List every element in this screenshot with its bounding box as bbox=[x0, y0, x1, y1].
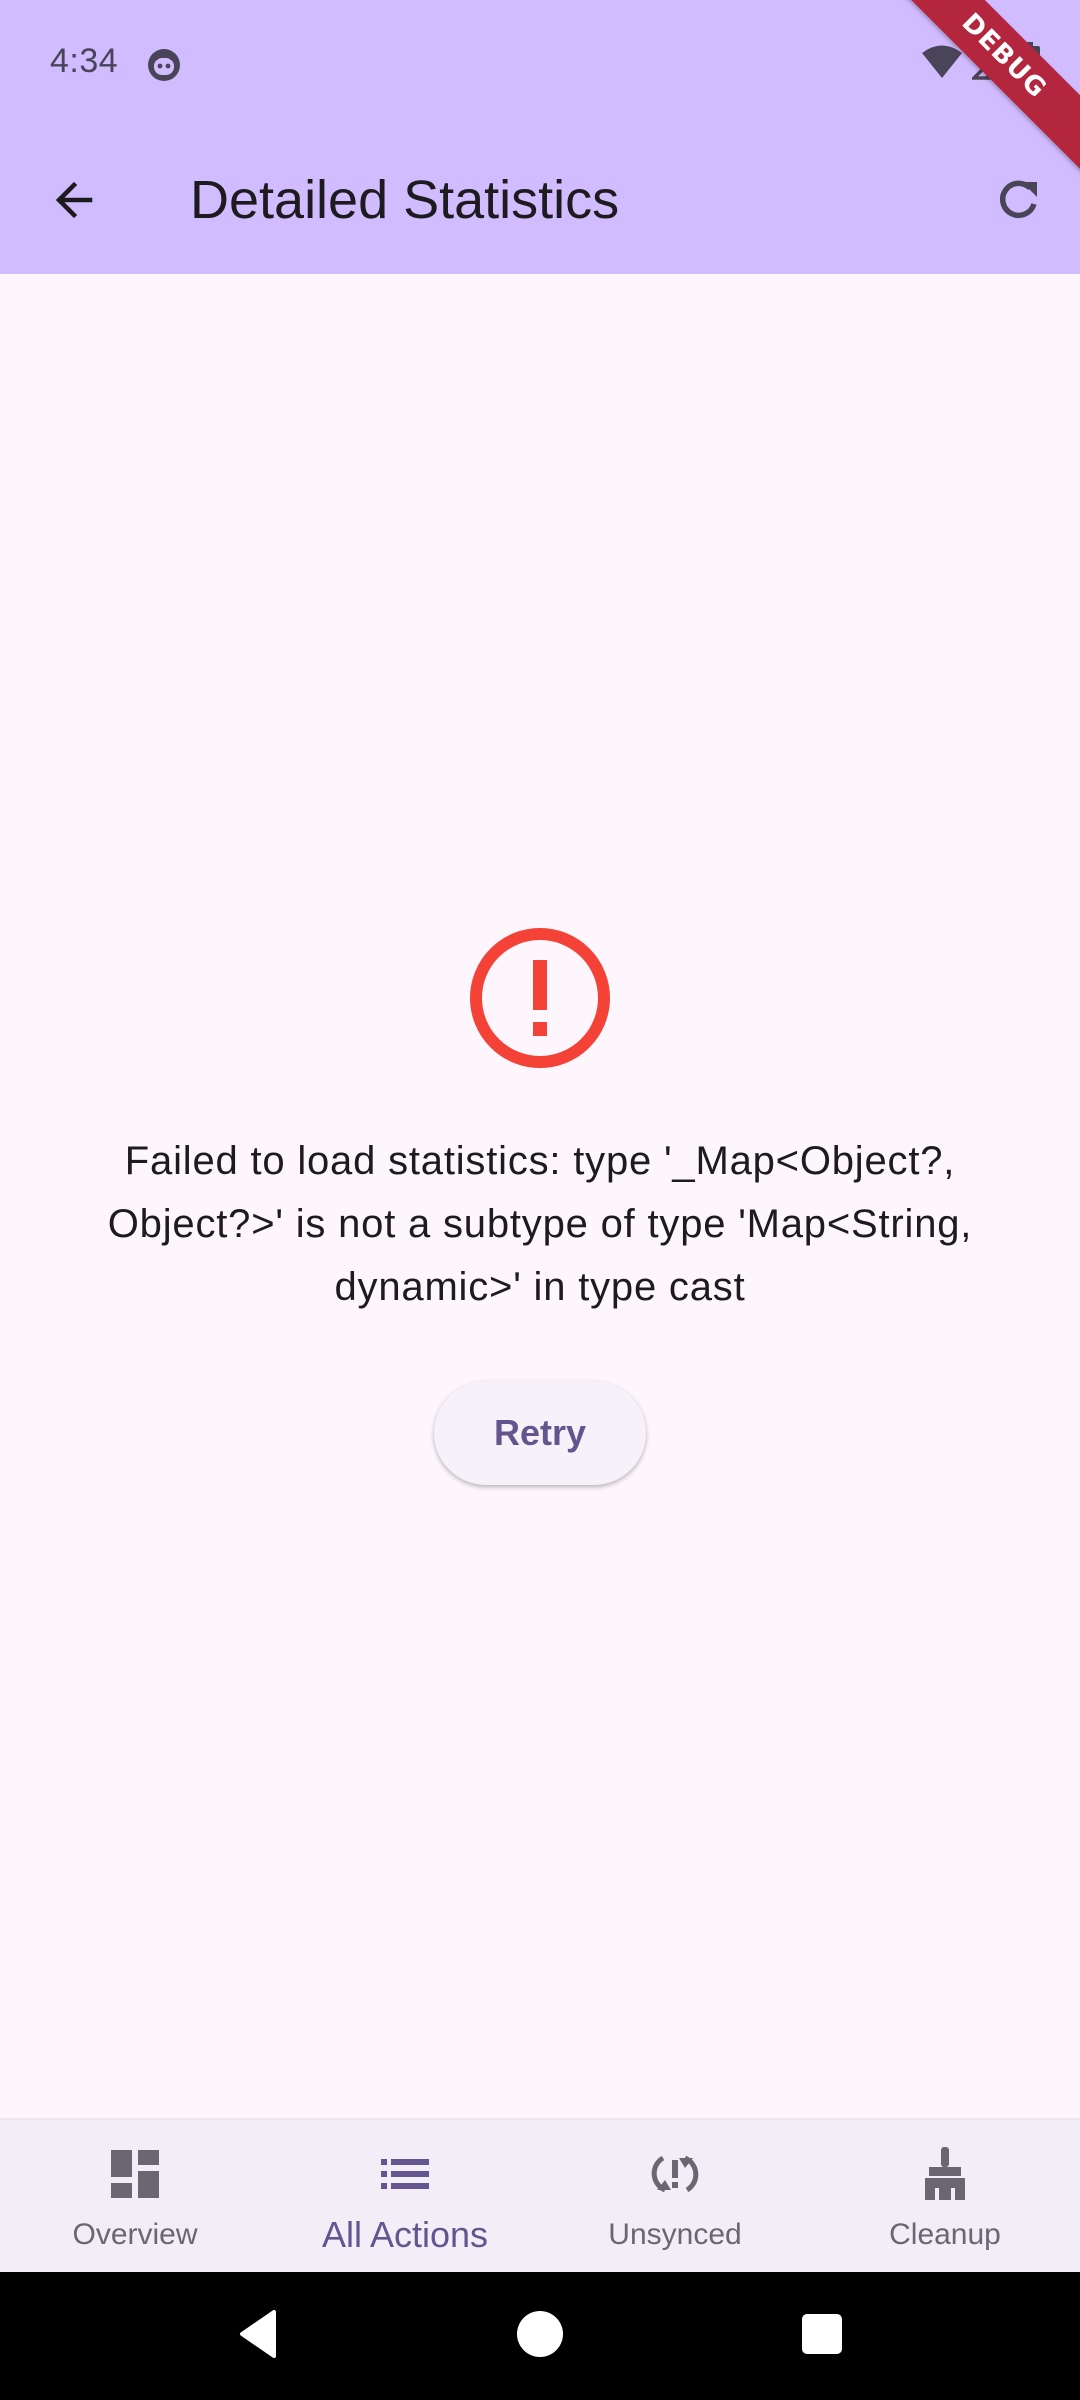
status-bar: 4:34 bbox=[0, 0, 1080, 128]
error-state: Failed to load statistics: type '_Map<Ob… bbox=[0, 926, 1080, 1485]
nav-item-unsynced[interactable]: Unsynced bbox=[540, 2120, 810, 2274]
list-icon bbox=[375, 2144, 435, 2204]
system-recents-button[interactable] bbox=[782, 2296, 862, 2376]
dashboard-icon bbox=[105, 2144, 165, 2204]
back-triangle-icon bbox=[234, 2308, 282, 2365]
system-home-button[interactable] bbox=[500, 2296, 580, 2376]
nav-label-unsynced: Unsynced bbox=[608, 2218, 742, 2251]
system-navigation-bar bbox=[0, 2272, 1080, 2400]
top-bar: 4:34 Detailed Statistics DEBUG bbox=[0, 0, 1080, 274]
nav-item-overview[interactable]: Overview bbox=[0, 2120, 270, 2274]
app-bar: Detailed Statistics bbox=[0, 128, 1080, 274]
nav-label-all-actions: All Actions bbox=[321, 2214, 489, 2255]
recents-square-icon bbox=[799, 2311, 845, 2362]
nav-label-cleanup: Cleanup bbox=[889, 2218, 1001, 2251]
system-back-button[interactable] bbox=[218, 2296, 298, 2376]
retry-button[interactable]: Retry bbox=[434, 1381, 646, 1485]
cleaning-brush-icon bbox=[915, 2144, 975, 2204]
refresh-icon bbox=[992, 174, 1044, 231]
sync-problem-icon bbox=[645, 2144, 705, 2204]
nav-label-overview: Overview bbox=[72, 2218, 198, 2251]
error-message: Failed to load statistics: type '_Map<Ob… bbox=[107, 1139, 973, 1309]
status-time: 4:34 bbox=[50, 42, 119, 80]
home-circle-icon bbox=[514, 2308, 566, 2365]
wifi-icon bbox=[920, 44, 964, 85]
page-title: Detailed Statistics bbox=[190, 170, 620, 230]
back-button[interactable] bbox=[34, 162, 114, 242]
app-notification-icon bbox=[146, 47, 182, 83]
error-outline-icon bbox=[468, 926, 612, 1070]
arrow-back-icon bbox=[50, 176, 98, 229]
bottom-navigation: Overview All Actions Unsynced Cleanup bbox=[0, 2118, 1080, 2274]
refresh-button[interactable] bbox=[978, 162, 1058, 242]
nav-item-all-actions[interactable]: All Actions bbox=[270, 2120, 540, 2274]
nav-item-cleanup[interactable]: Cleanup bbox=[810, 2120, 1080, 2274]
